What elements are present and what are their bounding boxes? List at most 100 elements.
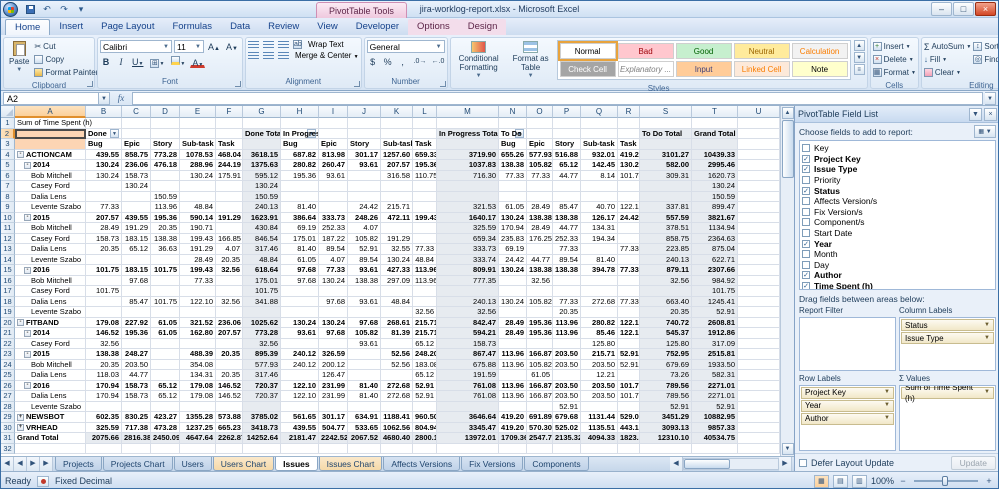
- cell-T4[interactable]: 10439.33: [692, 150, 738, 161]
- cell-C32[interactable]: [122, 444, 151, 455]
- cell-I13[interactable]: 89.54: [319, 244, 348, 255]
- cell-N17[interactable]: [499, 286, 527, 297]
- cell-R28[interactable]: [618, 402, 640, 413]
- cell-K16[interactable]: 297.09: [381, 276, 413, 287]
- next-sheet-button[interactable]: ▶: [27, 457, 40, 471]
- field-item-component-s[interactable]: Component/s: [802, 217, 993, 228]
- pivot-subheader-bug-H[interactable]: Bug: [281, 139, 319, 150]
- cell-J12[interactable]: 105.82: [348, 234, 381, 245]
- cell-H12[interactable]: 175.01: [281, 234, 319, 245]
- cell-E22[interactable]: [180, 339, 216, 350]
- row-header-9[interactable]: 9: [1, 202, 15, 213]
- cell-L32[interactable]: [413, 444, 437, 455]
- row-label-bob-mitchell[interactable]: Bob Mitchell: [15, 223, 86, 234]
- cell-P2[interactable]: [553, 129, 581, 140]
- cell-K9[interactable]: 215.71: [381, 202, 413, 213]
- cell-R1[interactable]: [618, 118, 640, 129]
- filter-dropdown-in-progress[interactable]: ▼: [307, 129, 316, 138]
- cell-B28[interactable]: [86, 402, 122, 413]
- cell-I18[interactable]: 97.68: [319, 297, 348, 308]
- cell-G25[interactable]: 317.46: [243, 370, 281, 381]
- cell-P14[interactable]: 89.54: [553, 255, 581, 266]
- font-name-combo[interactable]: Calibri▼: [100, 40, 172, 53]
- minimize-button[interactable]: –: [931, 2, 952, 16]
- tab-review[interactable]: Review: [259, 19, 308, 35]
- cell-D25[interactable]: [151, 370, 180, 381]
- cell-N1[interactable]: [499, 118, 527, 129]
- cell-D21[interactable]: 61.05: [151, 328, 180, 339]
- cell-T12[interactable]: 2364.63: [692, 234, 738, 245]
- cell-F24[interactable]: [216, 360, 243, 371]
- cell-M32[interactable]: [437, 444, 499, 455]
- cell-S1[interactable]: [640, 118, 692, 129]
- font-size-combo[interactable]: 11▼: [174, 40, 204, 53]
- cell-M17[interactable]: [437, 286, 499, 297]
- style-normal[interactable]: Normal: [560, 43, 616, 59]
- cell-T19[interactable]: 52.91: [692, 307, 738, 318]
- collapse-button[interactable]: -: [24, 330, 31, 337]
- cell-E1[interactable]: [180, 118, 216, 129]
- cell-I10[interactable]: 333.73: [319, 213, 348, 224]
- cell-I20[interactable]: 130.24: [319, 318, 348, 329]
- style-check-cell[interactable]: Check Cell: [560, 61, 616, 77]
- cell-N30[interactable]: 419.20: [499, 423, 527, 434]
- cell-D23[interactable]: [151, 349, 180, 360]
- cell-O9[interactable]: 28.49: [527, 202, 553, 213]
- bold-button[interactable]: B: [100, 55, 112, 68]
- cell-J5[interactable]: 93.61: [348, 160, 381, 171]
- cell-E31[interactable]: 4647.64: [180, 433, 216, 444]
- cell-Q19[interactable]: [581, 307, 618, 318]
- cell-E2[interactable]: [180, 129, 216, 140]
- cell-B18[interactable]: [86, 297, 122, 308]
- pivot-subheader-bug-N[interactable]: Bug: [499, 139, 527, 150]
- cell-L29[interactable]: 960.50: [413, 412, 437, 423]
- cell-E12[interactable]: 199.43: [180, 234, 216, 245]
- cell-F17[interactable]: [216, 286, 243, 297]
- row-label-dalia-lens[interactable]: Dalia Lens: [15, 297, 86, 308]
- cell-L23[interactable]: 248.20: [413, 349, 437, 360]
- cell-B26[interactable]: 170.94: [86, 381, 122, 392]
- cell-D14[interactable]: [151, 255, 180, 266]
- cell-U15[interactable]: [738, 265, 780, 276]
- row-label-levente-szabo[interactable]: Levente Szabo: [15, 307, 86, 318]
- cell-Q11[interactable]: 134.31: [581, 223, 618, 234]
- area-field-author[interactable]: Author▼: [801, 413, 894, 425]
- cell-Q6[interactable]: 8.14: [581, 171, 618, 182]
- cell-M19[interactable]: 32.56: [437, 307, 499, 318]
- pivot-header-grand-total[interactable]: Grand Total: [692, 129, 738, 140]
- cell-G27[interactable]: 720.37: [243, 391, 281, 402]
- format-cells-button[interactable]: ▦Format▼: [873, 66, 916, 79]
- cell-I19[interactable]: [319, 307, 348, 318]
- cell-B13[interactable]: 20.35: [86, 244, 122, 255]
- cell-Q31[interactable]: 4094.33: [581, 433, 618, 444]
- cell-I17[interactable]: [319, 286, 348, 297]
- cell-B17[interactable]: 101.75: [86, 286, 122, 297]
- cell-M20[interactable]: 842.47: [437, 318, 499, 329]
- cell-P26[interactable]: 203.50: [553, 381, 581, 392]
- row-label-levente-szabo[interactable]: Levente Szabo: [15, 402, 86, 413]
- cell-O24[interactable]: 105.82: [527, 360, 553, 371]
- cell-R15[interactable]: 77.33: [618, 265, 640, 276]
- field-item-status[interactable]: ✓Status: [802, 185, 993, 196]
- pivot-subheader-sub-task-Q[interactable]: Sub-task: [581, 139, 618, 150]
- cell-R9[interactable]: 122.10: [618, 202, 640, 213]
- zoom-slider[interactable]: [914, 480, 978, 482]
- alignment-dialog-launcher[interactable]: [354, 81, 360, 87]
- field-checkbox-month[interactable]: [802, 250, 810, 258]
- cell-M27[interactable]: 761.08: [437, 391, 499, 402]
- cell-I26[interactable]: 231.99: [319, 381, 348, 392]
- cell-O32[interactable]: [527, 444, 553, 455]
- area-field-issue-type[interactable]: Issue Type▼: [901, 332, 994, 344]
- style-explanatory[interactable]: Explanatory ...: [618, 61, 674, 77]
- row-label-levente-szabo[interactable]: Levente Szabo: [15, 202, 86, 213]
- collapse-button[interactable]: -: [24, 162, 31, 169]
- merge-center-button[interactable]: Merge & Center ▼: [295, 51, 359, 60]
- cell-O16[interactable]: 32.56: [527, 276, 553, 287]
- filter-dropdown-done[interactable]: ▼: [110, 129, 119, 138]
- cell-K32[interactable]: [381, 444, 413, 455]
- cell-M21[interactable]: 594.21: [437, 328, 499, 339]
- cell-G29[interactable]: 3785.02: [243, 412, 281, 423]
- gallery-more-button[interactable]: ≡: [854, 64, 865, 75]
- cell-Q13[interactable]: [581, 244, 618, 255]
- cell-U30[interactable]: [738, 423, 780, 434]
